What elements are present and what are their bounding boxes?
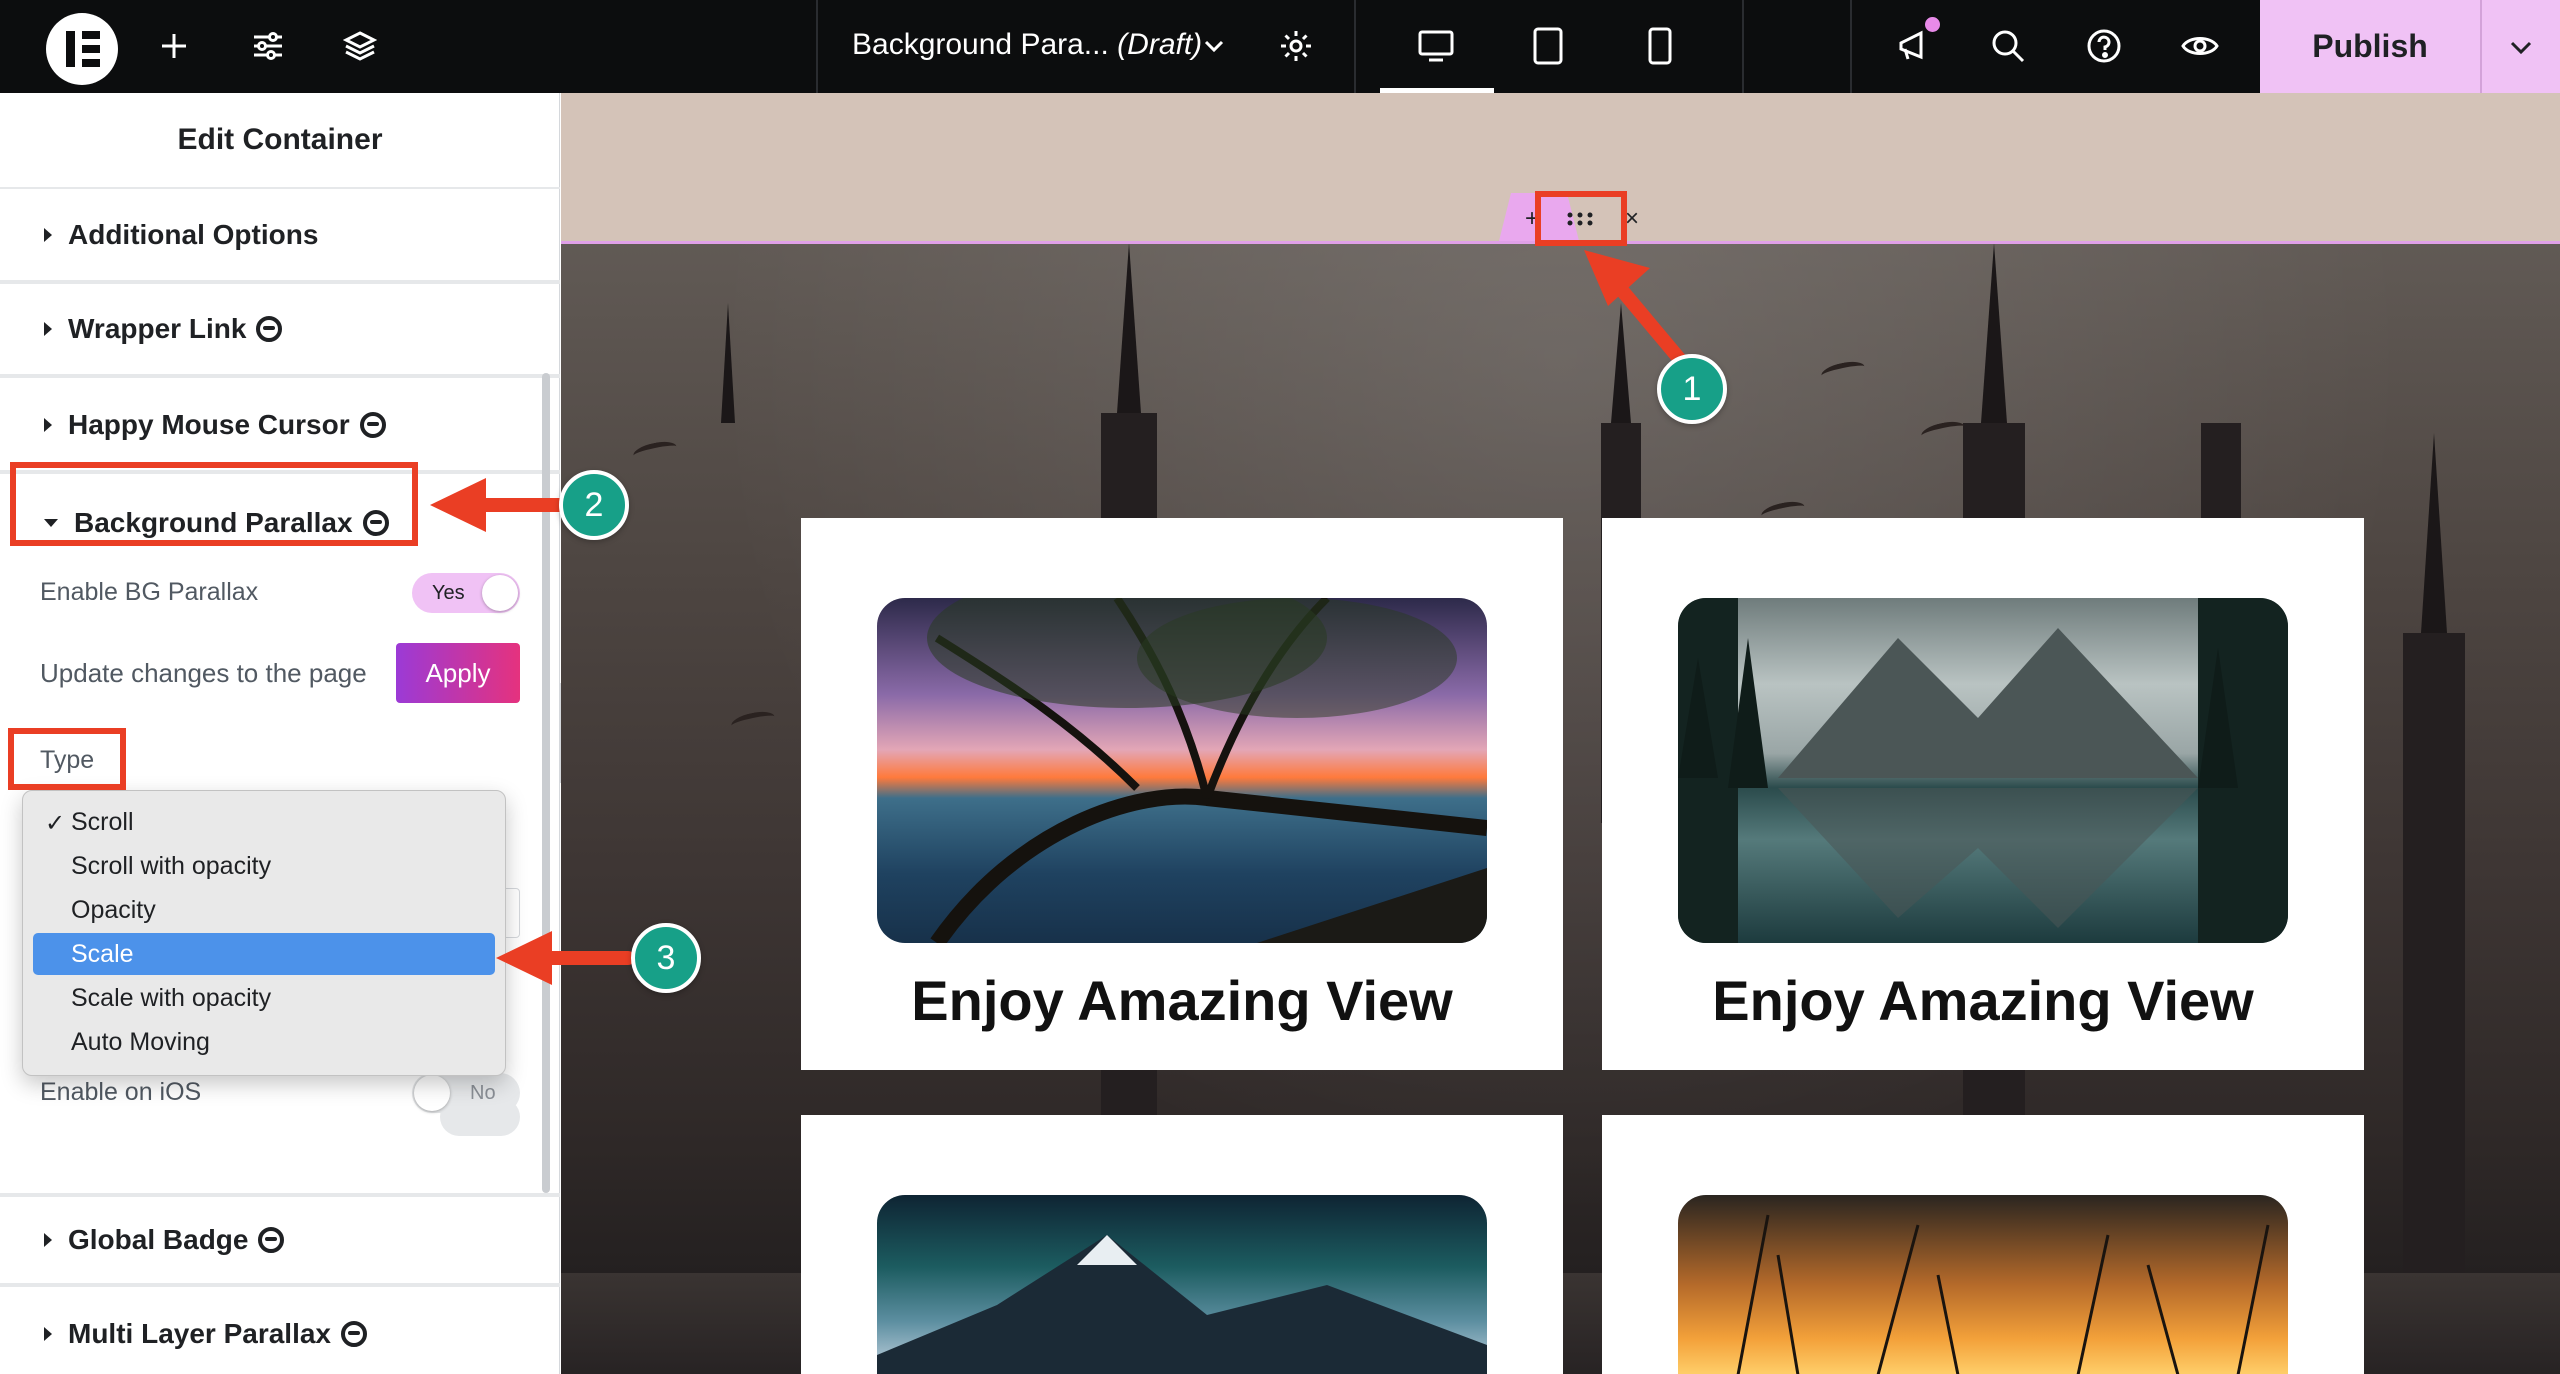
aurora-mountain-image (877, 1195, 1487, 1374)
document-title-text: Background Para... (852, 28, 1109, 61)
enable-on-ios-toggle[interactable]: No (412, 1073, 520, 1113)
happy-addons-icon (359, 412, 386, 438)
highlight-box-background-parallax (10, 462, 418, 546)
section-label: Wrapper Link (68, 313, 247, 344)
happy-addons-icon (341, 1321, 368, 1347)
divider (1354, 0, 1356, 93)
caret-right-icon (44, 418, 52, 432)
happy-addons-icon (256, 316, 283, 342)
minaret-spire (1117, 243, 1141, 413)
top-bar: Background Para... (Draft) Publish (0, 0, 2560, 93)
highlight-box-drag-handle (1535, 191, 1627, 246)
update-changes-label: Update changes to the page (40, 658, 367, 688)
section-label: Multi Layer Parallax (68, 1318, 332, 1349)
minaret-spire (1981, 243, 2007, 423)
option-label: Opacity (71, 895, 156, 924)
minaret-tower (2403, 633, 2465, 1374)
section-label: Additional Options (68, 219, 319, 250)
editor-canvas: + × Enjoy Amazing View Enjoy Amazing Vie… (561, 93, 2560, 1374)
image-card[interactable]: Enjoy Amazing View (801, 518, 1563, 1070)
enable-bg-parallax-toggle[interactable]: Yes (412, 573, 520, 613)
notification-dot (1925, 17, 1940, 32)
divider (816, 0, 818, 93)
caret-right-icon (44, 228, 52, 242)
search-icon[interactable] (1982, 20, 2034, 72)
image-card[interactable] (801, 1115, 1563, 1374)
step-badge-2: 2 (559, 470, 629, 540)
add-element-icon[interactable] (148, 20, 200, 72)
toggle-knob (414, 1075, 450, 1111)
structure-layers-icon[interactable] (334, 20, 386, 72)
type-dropdown-menu: ✓ Scroll Scroll with opacity Opacity Sca… (22, 790, 506, 1076)
option-label: Scroll with opacity (71, 851, 272, 880)
minaret-spire (2421, 433, 2447, 633)
page-settings-gear-icon[interactable] (1270, 20, 1322, 72)
mountain-lake-image (1678, 598, 2288, 943)
caret-right-icon (44, 322, 52, 336)
chevron-down-icon[interactable] (1188, 20, 1240, 72)
dropdown-option-scale-with-opacity[interactable]: Scale with opacity (33, 977, 495, 1019)
dropdown-option-scale[interactable]: Scale (33, 933, 495, 975)
toggle-knob (482, 575, 518, 611)
step-badge-1: 1 (1657, 354, 1727, 424)
bird (1819, 358, 1867, 384)
elementor-logo-icon[interactable] (46, 13, 118, 85)
bird (729, 708, 777, 734)
bird (631, 438, 679, 464)
option-label: Scale (71, 939, 134, 968)
preview-eye-icon[interactable] (2174, 20, 2226, 72)
section-global-badge[interactable]: Global Badge (0, 1193, 560, 1287)
happy-addons-icon (258, 1227, 285, 1253)
section-label: Happy Mouse Cursor (68, 409, 350, 440)
help-icon[interactable] (2078, 20, 2130, 72)
caret-right-icon (44, 1327, 52, 1341)
image-card[interactable] (1602, 1115, 2364, 1374)
card-heading: Enjoy Amazing View (1712, 969, 2254, 1032)
sunset-grass-image (1678, 1195, 2288, 1374)
step-badge-3: 3 (631, 923, 701, 993)
section-label: Global Badge (68, 1224, 249, 1255)
document-title[interactable]: Background Para... (Draft) (852, 28, 1202, 62)
image-card[interactable]: Enjoy Amazing View (1602, 518, 2364, 1070)
highlight-box-type (8, 728, 126, 790)
apply-button[interactable]: Apply (396, 643, 520, 703)
panel-title: Edit Container (0, 93, 560, 189)
divider (1850, 0, 1852, 93)
section-happy-mouse-cursor[interactable]: Happy Mouse Cursor (0, 380, 560, 474)
section-additional-options[interactable]: Additional Options (0, 190, 560, 284)
tablet-view-icon[interactable] (1522, 20, 1574, 72)
card-heading: Enjoy Amazing View (911, 969, 1453, 1032)
caret-right-icon (44, 1233, 52, 1247)
option-label: Scale with opacity (71, 983, 272, 1012)
site-settings-icon[interactable] (242, 20, 294, 72)
option-label: Scroll (71, 807, 134, 836)
toggle-value: Yes (432, 582, 465, 604)
minaret-spire (721, 303, 735, 423)
sunset-tree-image (877, 598, 1487, 943)
dropdown-option-auto-moving[interactable]: Auto Moving (33, 1021, 495, 1063)
divider (1742, 0, 1744, 93)
dropdown-option-scroll-with-opacity[interactable]: Scroll with opacity (33, 845, 495, 887)
publish-button[interactable]: Publish (2260, 0, 2480, 93)
dropdown-option-opacity[interactable]: Opacity (33, 889, 495, 931)
section-multi-layer-parallax[interactable]: Multi Layer Parallax (0, 1289, 560, 1374)
publish-options-chevron-icon[interactable] (2480, 0, 2560, 93)
panel-scrollbar[interactable] (542, 373, 550, 1193)
enable-on-ios-label: Enable on iOS (40, 1078, 202, 1106)
dropdown-option-scroll[interactable]: ✓ Scroll (33, 801, 495, 843)
desktop-view-icon[interactable] (1410, 20, 1462, 72)
bird (1919, 418, 1967, 444)
mobile-view-icon[interactable] (1634, 20, 1686, 72)
delete-container-icon[interactable]: × (1625, 205, 1639, 233)
checkmark-icon: ✓ (45, 810, 66, 837)
section-wrapper-link[interactable]: Wrapper Link (0, 284, 560, 378)
option-label: Auto Moving (71, 1027, 210, 1056)
enable-bg-parallax-label: Enable BG Parallax (40, 578, 259, 606)
minaret-spire (1611, 303, 1631, 423)
toggle-value: No (470, 1082, 496, 1104)
